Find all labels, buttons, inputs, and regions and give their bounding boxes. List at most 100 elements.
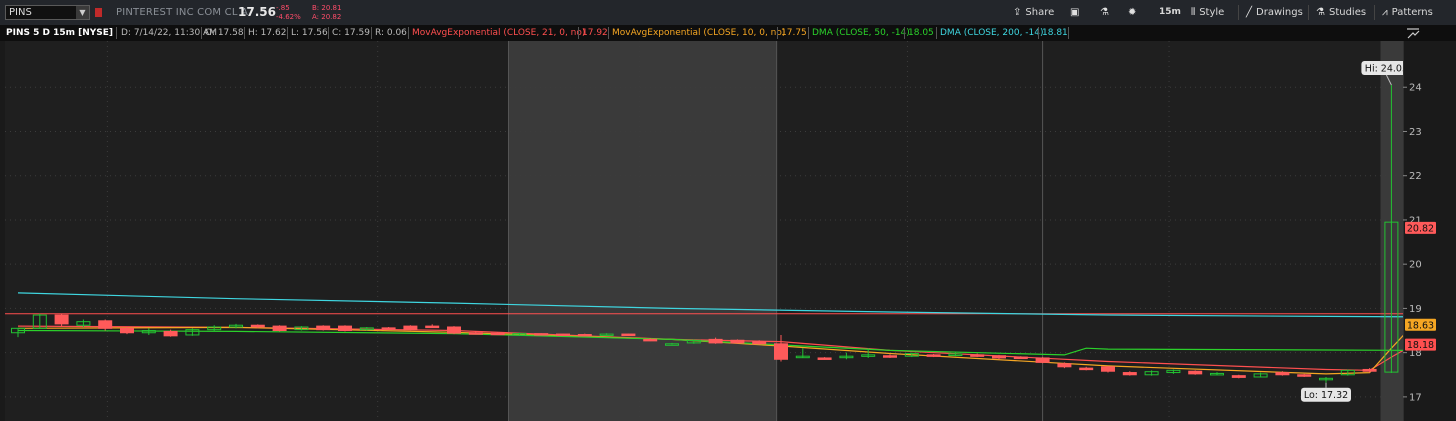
candle-down xyxy=(425,325,440,329)
bar-date: D: 7/14/22, 11:30 AM xyxy=(121,28,217,38)
interval-button[interactable]: 15m xyxy=(1159,4,1181,21)
divider xyxy=(904,27,905,39)
y-tick-label: 17 xyxy=(1409,392,1422,403)
candle-down xyxy=(1057,363,1072,368)
candle-down xyxy=(730,339,745,344)
bar-close: C: 17.59 xyxy=(332,28,370,38)
candle-down xyxy=(1013,356,1028,360)
expand-icon[interactable] xyxy=(1406,27,1420,39)
candle-down xyxy=(643,338,658,342)
candle-down xyxy=(163,330,178,337)
drawings-label: Drawings xyxy=(1256,7,1303,18)
price-label: 20.82 xyxy=(1407,223,1434,234)
gear-icon: ✹ xyxy=(1128,7,1137,18)
candle-down xyxy=(381,327,396,330)
divider xyxy=(408,27,409,39)
bid-price: B: 20.81 xyxy=(312,4,342,12)
y-tick-label: 20 xyxy=(1409,260,1422,271)
study-info-bar: PINS 5 D 15m [NYSE] D: 7/14/22, 11:30 AM… xyxy=(0,25,1456,41)
bar-high: H: 17.62 xyxy=(248,28,287,38)
snapshot-button[interactable]: ▣ xyxy=(1070,4,1083,21)
camera-icon: ▣ xyxy=(1070,7,1080,18)
candle-down xyxy=(1275,372,1290,376)
dma200-value: 18.81 xyxy=(1042,28,1068,38)
ema21-label[interactable]: MovAvgExponential (CLOSE, 21, 0, no) xyxy=(412,25,585,41)
candle-down xyxy=(1231,375,1246,378)
candle-down xyxy=(468,332,483,335)
candle-down xyxy=(621,333,636,337)
candle-down xyxy=(534,333,549,336)
candle-down xyxy=(1035,357,1050,363)
company-name: PINTEREST INC COM CL A xyxy=(116,7,249,18)
pct-change: -4.62% xyxy=(276,13,301,21)
candle-down xyxy=(250,324,265,328)
candle-down xyxy=(992,355,1006,359)
pencil-line-icon: ╱ xyxy=(1246,7,1253,18)
candle-down xyxy=(708,338,723,344)
bar-low: L: 17.56 xyxy=(291,28,328,38)
candle-down xyxy=(577,334,592,337)
patterns-label: Patterns xyxy=(1391,7,1433,18)
divider xyxy=(1038,27,1039,39)
divider xyxy=(116,27,117,39)
flask-icon: ⚗ xyxy=(1100,7,1109,18)
candle-down xyxy=(1188,370,1203,375)
dma200-label[interactable]: DMA (CLOSE, 200, -14) xyxy=(940,25,1044,41)
y-tick-label: 24 xyxy=(1409,83,1422,94)
divider xyxy=(328,27,329,39)
divider xyxy=(1238,5,1239,20)
bar-range: R: 0.06 xyxy=(375,28,407,38)
chart-title[interactable]: PINS 5 D 15m [NYSE] xyxy=(6,25,113,41)
flag-icon[interactable] xyxy=(95,8,102,17)
drawings-button[interactable]: ╱ Drawings xyxy=(1246,4,1303,21)
candle-down xyxy=(316,325,331,331)
bar-open: O: 17.58 xyxy=(205,28,244,38)
share-button[interactable]: ⇪ Share xyxy=(1013,4,1054,21)
divider xyxy=(1308,5,1309,20)
price-label: 18.18 xyxy=(1407,340,1434,351)
style-label: Style xyxy=(1199,7,1225,18)
flask-icon: ⚗ xyxy=(1316,7,1325,18)
share-label: Share xyxy=(1025,7,1055,18)
style-button[interactable]: ⫴ Style xyxy=(1191,4,1224,21)
candle-down xyxy=(1362,368,1377,372)
divider xyxy=(808,27,809,39)
candle-down xyxy=(883,355,897,358)
ema10-label[interactable]: MovAvgExponential (CLOSE, 10, 0, no) xyxy=(612,25,785,41)
price-chart[interactable]: Hi: 24.05 Lo: 17.32 xyxy=(0,41,1403,421)
ema10-value: 17.75 xyxy=(781,28,807,38)
share-icon: ⇪ xyxy=(1013,7,1022,18)
settings-button[interactable]: ✹ xyxy=(1128,4,1140,21)
divider xyxy=(287,27,288,39)
candle-down xyxy=(774,343,788,360)
candles-icon: ⫴ xyxy=(1191,7,1196,18)
candle-down xyxy=(1122,372,1137,376)
candle-down xyxy=(1297,374,1312,377)
dma50-value: 18.05 xyxy=(908,28,934,38)
symbol-input[interactable]: PINS ▼ xyxy=(5,5,90,20)
divider xyxy=(777,27,778,39)
patterns-button[interactable]: ⩘ Patterns xyxy=(1382,4,1433,21)
price-label: 18.63 xyxy=(1407,320,1434,331)
chevron-down-icon[interactable]: ▼ xyxy=(76,6,89,19)
dma50-label[interactable]: DMA (CLOSE, 50, -14) xyxy=(812,25,910,41)
divider xyxy=(608,27,609,39)
studies-button[interactable]: ⚗ Studies xyxy=(1316,4,1366,21)
divider xyxy=(1068,27,1069,39)
ema21-value: 17.92 xyxy=(582,28,608,38)
top-toolbar: PINS ▼ PINTEREST INC COM CL A 17.56 -.85… xyxy=(0,0,1456,26)
candle-down xyxy=(272,325,287,332)
patterns-icon: ⩘ xyxy=(1382,7,1388,18)
high-label: Hi: 24.05 xyxy=(1365,64,1403,75)
divider xyxy=(936,27,937,39)
divider xyxy=(578,27,579,39)
studies-label: Studies xyxy=(1328,7,1367,18)
candle-down xyxy=(98,320,113,329)
price-axis[interactable]: 1718192021222324 20.8218.6318.18 xyxy=(1403,41,1456,421)
net-change: -.85 xyxy=(276,4,290,12)
candle-down xyxy=(970,354,985,357)
y-tick-label: 23 xyxy=(1409,127,1422,138)
flask-button[interactable]: ⚗ xyxy=(1100,4,1113,21)
candle-down xyxy=(447,326,461,334)
y-tick-label: 22 xyxy=(1409,171,1422,182)
